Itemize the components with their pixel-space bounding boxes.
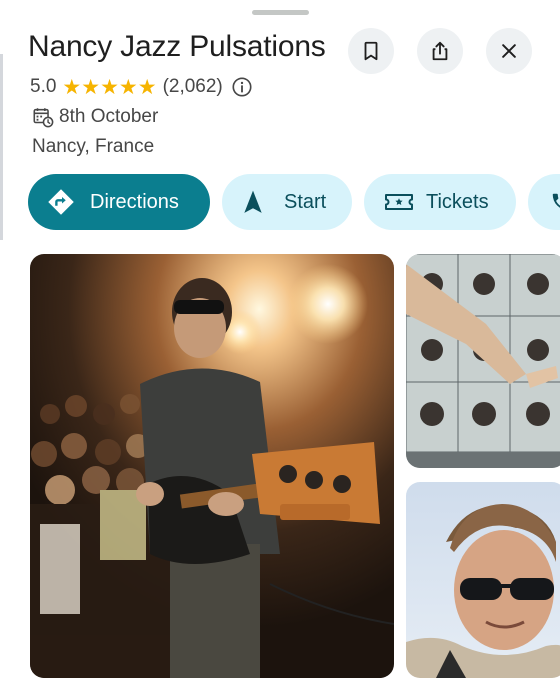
calendar-clock-icon xyxy=(32,106,54,128)
tickets-button[interactable]: Tickets xyxy=(364,174,516,230)
event-date: 8th October xyxy=(59,106,159,127)
bookmark-icon xyxy=(360,40,382,62)
posters-photo[interactable] xyxy=(406,254,560,468)
directions-button[interactable]: Directions xyxy=(28,174,210,230)
place-title: Nancy Jazz Pulsations xyxy=(28,30,326,63)
posters-photo-image xyxy=(406,254,560,468)
rating-row: 5.0 ★★★★★ (2,062) xyxy=(30,74,253,100)
share-button[interactable] xyxy=(417,28,463,74)
rating-value: 5.0 xyxy=(30,76,57,97)
share-icon xyxy=(429,40,451,62)
left-edge-divider xyxy=(0,54,3,240)
start-button[interactable]: Start xyxy=(222,174,352,230)
sheet-drag-handle[interactable] xyxy=(252,10,309,15)
event-date-row: 8th October xyxy=(32,104,158,130)
concert-photo-image xyxy=(30,254,394,678)
navigation-arrow-icon xyxy=(240,189,266,215)
directions-icon xyxy=(46,187,76,217)
review-count[interactable]: (2,062) xyxy=(163,76,223,98)
tickets-label: Tickets xyxy=(426,190,489,213)
save-button[interactable] xyxy=(348,28,394,74)
phone-icon xyxy=(550,191,560,213)
portrait-photo[interactable] xyxy=(406,482,560,678)
info-icon[interactable] xyxy=(231,76,253,98)
call-button[interactable] xyxy=(528,174,560,230)
close-button[interactable] xyxy=(486,28,532,74)
close-icon xyxy=(499,41,519,61)
portrait-photo-image xyxy=(406,482,560,678)
concert-photo[interactable] xyxy=(30,254,394,678)
star-rating-icon: ★★★★★ xyxy=(62,75,157,99)
start-label: Start xyxy=(284,190,327,213)
location-text: Nancy, France xyxy=(32,136,155,157)
directions-label: Directions xyxy=(90,190,179,213)
ticket-icon xyxy=(384,190,414,214)
